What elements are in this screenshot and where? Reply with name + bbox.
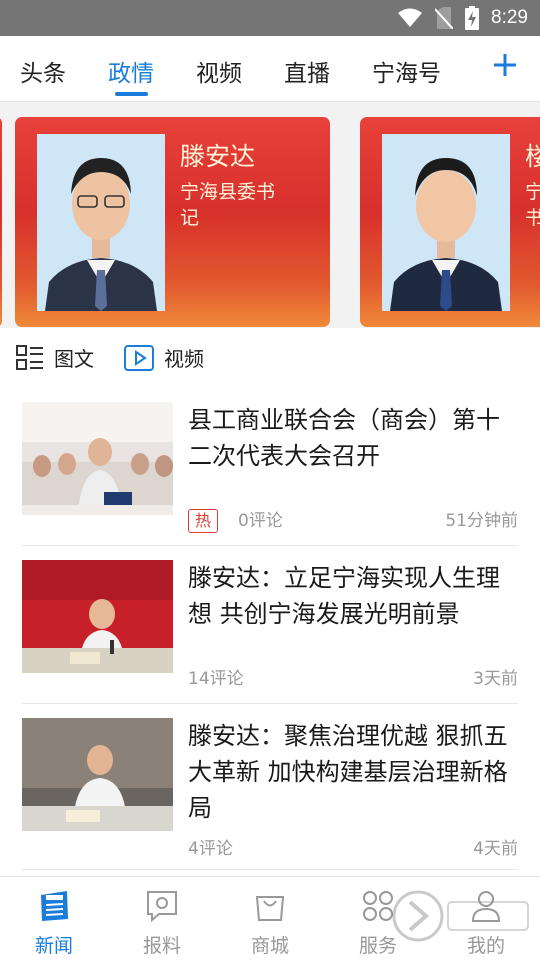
news-meta: 14评论 3天前	[188, 664, 518, 689]
battery-charging-icon	[465, 6, 480, 30]
carousel-card-leader[interactable]: 滕安达 宁海县委书 记	[15, 117, 330, 327]
carousel-card-next[interactable]: 楼 宁 书	[360, 117, 540, 327]
leader-portrait	[37, 134, 165, 311]
news-thumbnail	[22, 718, 173, 831]
bottom-nav-services[interactable]: 服务	[338, 889, 418, 958]
bottom-nav-mall[interactable]: 商城	[230, 889, 310, 958]
leader-name: 楼	[525, 142, 540, 171]
news-thumbnail	[22, 402, 173, 515]
news-item[interactable]: 滕安达：聚焦治理优越 狠抓五大革新 加快构建基层治理新格局 4评论 4天前	[22, 718, 518, 870]
status-time: 8:29	[491, 7, 528, 28]
tab-headlines[interactable]: 头条	[20, 54, 66, 88]
comment-count: 4评论	[188, 839, 233, 859]
bottom-nav: 新闻 报料 商城 服务 我的	[0, 876, 540, 960]
status-icons: 8:29	[397, 0, 528, 36]
active-tab-indicator	[115, 92, 148, 96]
bottom-nav-label: 报料	[142, 935, 181, 957]
no-sim-icon	[435, 7, 454, 29]
leader-portrait	[382, 134, 510, 311]
bottom-nav-label: 商城	[250, 935, 289, 957]
publish-time: 4天前	[473, 839, 518, 859]
hot-badge: 热	[188, 509, 219, 533]
news-thumbnail	[22, 560, 173, 673]
shopping-bag-icon	[255, 896, 285, 921]
leader-name: 滕安达	[180, 142, 256, 171]
bottom-nav-label: 我的	[466, 935, 505, 957]
filter-video[interactable]: 视频	[124, 343, 204, 372]
leader-title: 宁海县委书 记	[180, 181, 276, 229]
leader-carousel[interactable]: 滕安达 宁海县委书 记 楼 宁 书	[0, 102, 540, 328]
newspaper-icon	[41, 891, 68, 921]
list-icon	[16, 344, 43, 370]
filter-article-label: 图文	[54, 347, 94, 371]
comment-count: 14评论	[188, 669, 244, 689]
bottom-nav-mine[interactable]: 我的	[446, 889, 526, 958]
status-bar: 8:29	[0, 0, 540, 36]
channel-tabs: 头条 政情 视频 直播 宁海号	[0, 36, 540, 102]
filter-article[interactable]: 图文	[16, 343, 94, 372]
news-headline: 滕安达：立足宁海实现人生理想 共创宁海发展光明前景	[188, 564, 500, 628]
comment-count: 0评论	[238, 511, 283, 531]
news-item[interactable]: 县工商业联合会（商会）第十二次代表大会召开 热 0评论 51分钟前	[22, 402, 518, 546]
user-profile-icon	[471, 891, 501, 922]
news-meta: 热 0评论 51分钟前	[188, 506, 518, 533]
publish-time: 51分钟前	[445, 511, 518, 531]
tab-video[interactable]: 视频	[196, 54, 242, 88]
news-headline: 滕安达：聚焦治理优越 狠抓五大革新 加快构建基层治理新格局	[188, 722, 508, 822]
bottom-nav-label: 服务	[358, 935, 397, 957]
news-meta: 4评论 4天前	[188, 834, 518, 859]
tab-live[interactable]: 直播	[284, 54, 330, 88]
leader-title: 宁 书	[525, 181, 540, 229]
news-headline: 县工商业联合会（商会）第十二次代表大会召开	[188, 406, 500, 470]
services-grid-icon	[363, 891, 393, 921]
news-item[interactable]: 滕安达：立足宁海实现人生理想 共创宁海发展光明前景 14评论 3天前	[22, 560, 518, 704]
bottom-nav-report[interactable]: 报料	[122, 889, 202, 958]
report-tip-icon	[147, 891, 177, 923]
publish-time: 3天前	[473, 669, 518, 689]
add-channel-icon[interactable]	[490, 50, 520, 80]
carousel-card-prev[interactable]	[0, 117, 2, 327]
tab-ninghai-account[interactable]: 宁海号	[372, 54, 441, 88]
video-play-icon	[124, 344, 154, 371]
tab-politics[interactable]: 政情	[108, 54, 154, 88]
filter-video-label: 视频	[164, 347, 204, 371]
bottom-nav-label: 新闻	[34, 935, 73, 957]
content-filter-bar: 图文 视频	[0, 328, 540, 388]
bottom-nav-news[interactable]: 新闻	[14, 889, 94, 958]
wifi-icon	[398, 8, 423, 27]
